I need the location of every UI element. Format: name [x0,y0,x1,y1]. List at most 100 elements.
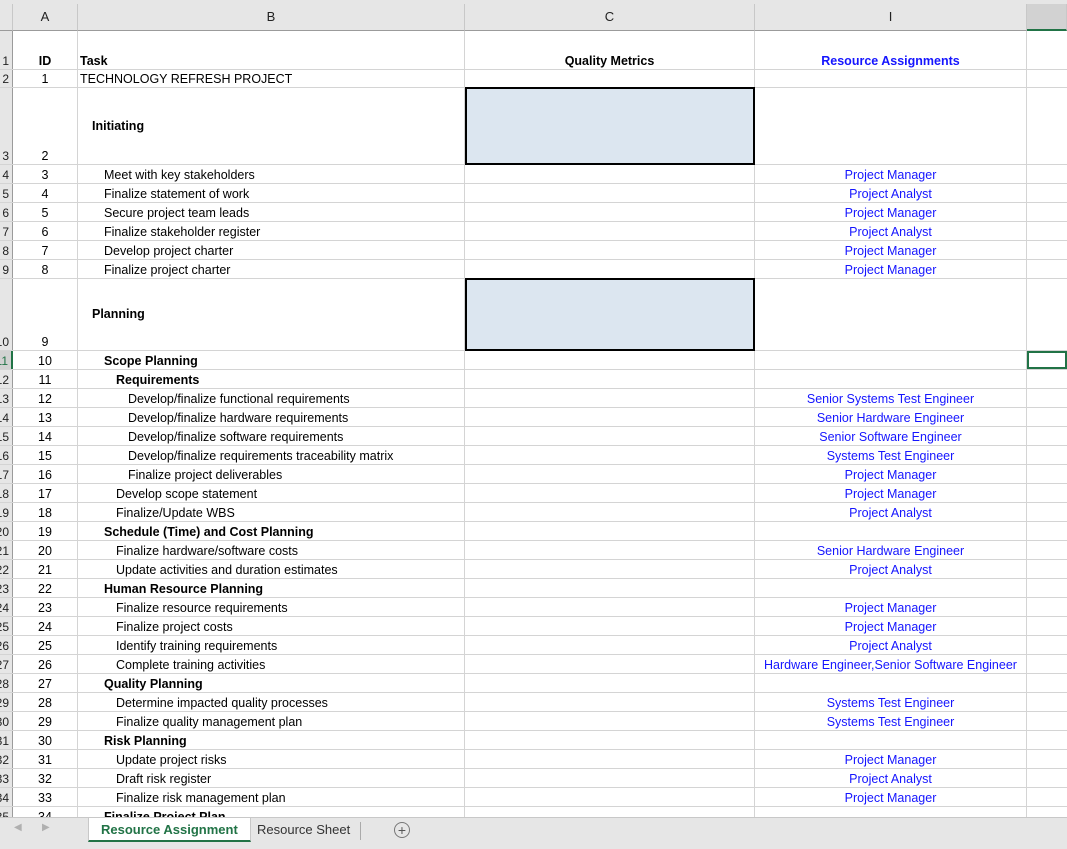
quality-metrics-cell[interactable] [465,712,755,730]
row-number[interactable]: 4 [0,165,13,183]
quality-metrics-cell[interactable] [465,165,755,183]
row-number[interactable]: 12 [0,370,13,388]
task-header[interactable]: Task [78,31,465,69]
empty-cell[interactable] [1027,769,1067,787]
empty-cell[interactable] [1027,693,1067,711]
task-cell[interactable]: TECHNOLOGY REFRESH PROJECT [78,70,465,87]
id-cell[interactable]: 13 [13,408,78,426]
row-number[interactable]: 2 [0,70,13,87]
quality-metrics-cell[interactable] [465,351,755,369]
id-cell[interactable]: 18 [13,503,78,521]
row-number[interactable]: 8 [0,241,13,259]
id-cell[interactable]: 33 [13,788,78,806]
resource-cell[interactable]: Project Manager [755,465,1027,483]
task-cell[interactable]: Finalize resource requirements [78,598,465,616]
quality-metrics-cell[interactable] [465,446,755,464]
resource-cell[interactable]: Project Analyst [755,222,1027,240]
resource-cell[interactable] [755,279,1027,350]
id-cell[interactable]: 11 [13,370,78,388]
add-sheet-icon[interactable]: + [394,822,410,838]
resource-assignments-header[interactable]: Resource Assignments [755,31,1027,69]
empty-cell[interactable] [1027,674,1067,692]
quality-metrics-cell[interactable] [465,465,755,483]
resource-cell[interactable]: Hardware Engineer,Senior Software Engine… [755,655,1027,673]
resource-cell[interactable]: Senior Hardware Engineer [755,408,1027,426]
row-number[interactable]: 25 [0,617,13,635]
quality-metrics-cell[interactable] [465,731,755,749]
resource-cell[interactable]: Systems Test Engineer [755,712,1027,730]
resource-cell[interactable]: Systems Test Engineer [755,446,1027,464]
scroll-right-icon[interactable]: ▶ [42,822,50,833]
quality-metrics-cell[interactable] [465,203,755,221]
quality-metrics-cell[interactable] [465,370,755,388]
quality-metrics-cell[interactable] [465,560,755,578]
row-number[interactable]: 21 [0,541,13,559]
id-cell[interactable]: 32 [13,769,78,787]
row-number[interactable]: 16 [0,446,13,464]
task-cell[interactable]: Draft risk register [78,769,465,787]
quality-metrics-cell[interactable] [465,617,755,635]
row-number[interactable]: 32 [0,750,13,768]
id-cell[interactable]: 25 [13,636,78,654]
row-number[interactable]: 1 [0,31,13,69]
empty-cell[interactable] [1027,408,1067,426]
quality-metrics-cell[interactable] [465,674,755,692]
row-number[interactable]: 33 [0,769,13,787]
empty-cell[interactable] [1027,370,1067,388]
task-cell[interactable]: Finalize quality management plan [78,712,465,730]
selected-cell[interactable] [1027,351,1067,369]
task-cell[interactable]: Develop/finalize software requirements [78,427,465,445]
quality-metrics-cell[interactable] [465,427,755,445]
id-cell[interactable]: 27 [13,674,78,692]
sheet-tab-resource-sheet[interactable]: Resource Sheet [245,818,362,842]
id-cell[interactable]: 16 [13,465,78,483]
quality-metrics-cell[interactable] [465,655,755,673]
sheet-tab-resource-assignment[interactable]: Resource Assignment [88,818,251,842]
id-header[interactable]: ID [13,31,78,69]
empty-cell[interactable] [1027,503,1067,521]
id-cell[interactable]: 3 [13,165,78,183]
task-cell[interactable]: Secure project team leads [78,203,465,221]
task-cell[interactable]: Finalize Project Plan [78,807,465,817]
resource-cell[interactable] [755,731,1027,749]
resource-cell[interactable]: Project Analyst [755,184,1027,202]
quality-metrics-cell[interactable] [465,522,755,540]
row-number[interactable]: 6 [0,203,13,221]
resource-cell[interactable]: Project Manager [755,241,1027,259]
row-number[interactable]: 26 [0,636,13,654]
task-cell[interactable]: Finalize statement of work [78,184,465,202]
empty-cell[interactable] [1027,165,1067,183]
quality-metrics-cell[interactable] [465,222,755,240]
quality-metrics-cell[interactable] [465,484,755,502]
task-cell[interactable]: Develop/finalize hardware requirements [78,408,465,426]
task-cell[interactable]: Complete training activities [78,655,465,673]
spreadsheet-grid[interactable]: 1 ID Task Quality Metrics Resource Assignmen… [0,0,1067,817]
task-cell[interactable]: Develop project charter [78,241,465,259]
row-number[interactable]: 24 [0,598,13,616]
empty-cell[interactable] [1027,31,1067,69]
empty-cell[interactable] [1027,222,1067,240]
row-number[interactable]: 22 [0,560,13,578]
id-cell[interactable]: 6 [13,222,78,240]
id-cell[interactable]: 17 [13,484,78,502]
resource-cell[interactable] [755,370,1027,388]
task-cell[interactable]: Finalize project costs [78,617,465,635]
task-cell[interactable]: Meet with key stakeholders [78,165,465,183]
id-cell[interactable]: 2 [13,88,78,164]
empty-cell[interactable] [1027,541,1067,559]
id-cell[interactable]: 12 [13,389,78,407]
empty-cell[interactable] [1027,522,1067,540]
row-number[interactable]: 9 [0,260,13,278]
row-number[interactable]: 10 [0,279,13,350]
task-cell[interactable]: Update activities and duration estimates [78,560,465,578]
id-cell[interactable]: 10 [13,351,78,369]
task-cell[interactable]: Develop/finalize functional requirements [78,389,465,407]
empty-cell[interactable] [1027,712,1067,730]
empty-cell[interactable] [1027,88,1067,164]
task-cell[interactable]: Schedule (Time) and Cost Planning [78,522,465,540]
empty-cell[interactable] [1027,260,1067,278]
quality-metrics-cell[interactable] [465,503,755,521]
row-number[interactable]: 7 [0,222,13,240]
resource-cell[interactable] [755,351,1027,369]
task-cell[interactable]: Human Resource Planning [78,579,465,597]
